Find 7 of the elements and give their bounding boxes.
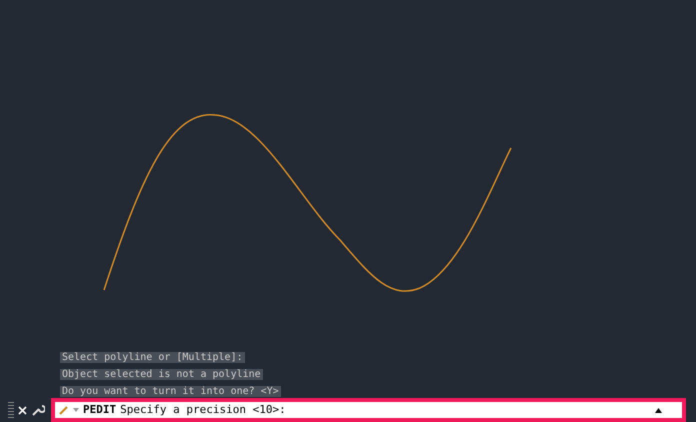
command-name: PEDIT — [83, 402, 116, 418]
command-line-field[interactable]: PEDIT Specify a precision <10>: — [51, 398, 686, 422]
close-icon[interactable] — [18, 406, 27, 414]
command-prompt: Specify a precision <10>: — [120, 402, 286, 418]
pencil-icon — [59, 405, 69, 415]
history-toggle-icon[interactable] — [655, 408, 662, 412]
dropdown-caret-icon[interactable] — [73, 408, 79, 412]
